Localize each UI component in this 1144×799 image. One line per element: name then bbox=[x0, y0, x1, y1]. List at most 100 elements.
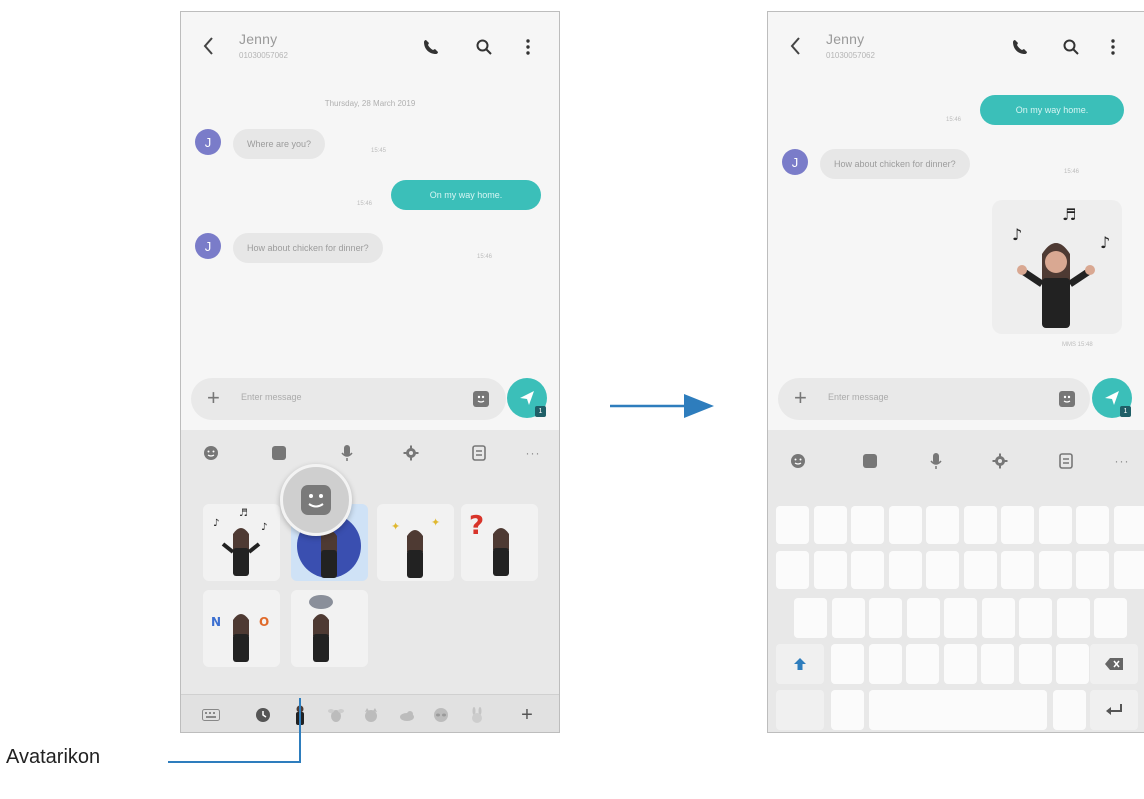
message-input[interactable]: Enter message bbox=[828, 392, 889, 402]
symbols-key[interactable] bbox=[776, 690, 824, 730]
clipboard-icon[interactable] bbox=[1056, 451, 1076, 471]
keyboard-toolbar: ··· bbox=[768, 442, 1144, 480]
attach-plus-icon[interactable]: + bbox=[207, 385, 220, 411]
avatar-icon[interactable] bbox=[290, 705, 310, 725]
contact-avatar[interactable]: J bbox=[782, 149, 808, 175]
keyboard-key[interactable] bbox=[1094, 598, 1127, 638]
enter-key[interactable] bbox=[1090, 690, 1138, 730]
avatar-question-sticker[interactable]: ? bbox=[461, 504, 538, 581]
keyboard-key[interactable] bbox=[1038, 551, 1072, 589]
message-input-bar[interactable]: + Enter message bbox=[778, 378, 1090, 420]
message-bubble-outgoing[interactable]: On my way home. bbox=[391, 180, 541, 210]
contact-avatar[interactable]: J bbox=[195, 233, 221, 259]
keyboard-key[interactable] bbox=[813, 506, 847, 544]
keyboard-key[interactable] bbox=[944, 598, 977, 638]
avatar-cloud-sticker[interactable] bbox=[291, 590, 368, 667]
keyboard-key[interactable] bbox=[1038, 506, 1072, 544]
sloth-icon[interactable] bbox=[431, 705, 451, 725]
phone-call-icon[interactable] bbox=[1011, 38, 1029, 56]
more-icon[interactable]: ··· bbox=[523, 443, 543, 463]
more-options-icon[interactable] bbox=[1104, 38, 1122, 56]
bird-icon[interactable] bbox=[397, 705, 417, 725]
rabbit-icon[interactable] bbox=[467, 705, 487, 725]
sticker-icon[interactable] bbox=[269, 443, 289, 463]
sent-avatar-sticker[interactable]: ♪ ♬ ♪ bbox=[992, 200, 1122, 334]
message-bubble-incoming[interactable]: Where are you? bbox=[233, 129, 326, 159]
search-icon[interactable] bbox=[1062, 38, 1080, 56]
keyboard-key[interactable] bbox=[851, 506, 884, 544]
clipboard-icon[interactable] bbox=[469, 443, 489, 463]
more-icon[interactable]: ··· bbox=[1112, 451, 1132, 471]
avatar-no-sticker[interactable]: NO bbox=[203, 590, 280, 667]
mic-icon[interactable] bbox=[337, 443, 357, 463]
keyboard-key[interactable] bbox=[1001, 506, 1034, 544]
keyboard-key[interactable] bbox=[906, 644, 939, 684]
enter-icon bbox=[1106, 704, 1122, 715]
avatar-sparkle-sticker[interactable]: ✦ ✦ bbox=[377, 504, 454, 581]
keyboard-key[interactable] bbox=[1113, 506, 1144, 544]
avatar-music-sticker[interactable]: ♪ ♬ ♪ bbox=[203, 504, 280, 581]
sticker-icon[interactable] bbox=[860, 451, 880, 471]
keyboard-key[interactable] bbox=[1076, 551, 1109, 589]
keyboard-key[interactable] bbox=[943, 644, 977, 684]
shift-key[interactable] bbox=[776, 644, 824, 684]
keyboard-key[interactable] bbox=[888, 506, 922, 544]
contact-avatar[interactable]: J bbox=[195, 129, 221, 155]
keyboard-key[interactable] bbox=[869, 598, 902, 638]
keyboard-key[interactable] bbox=[1113, 551, 1144, 589]
keyboard-key[interactable] bbox=[868, 644, 902, 684]
keyboard-key[interactable] bbox=[963, 506, 997, 544]
keyboard-key[interactable] bbox=[794, 598, 827, 638]
mic-icon[interactable] bbox=[926, 451, 946, 471]
keyboard-key[interactable] bbox=[831, 598, 865, 638]
keyboard-icon[interactable] bbox=[201, 705, 221, 725]
keyboard-key[interactable] bbox=[906, 598, 940, 638]
keyboard-key[interactable] bbox=[926, 551, 959, 589]
keyboard-key[interactable] bbox=[831, 644, 864, 684]
back-icon[interactable] bbox=[788, 34, 804, 58]
settings-icon[interactable] bbox=[990, 451, 1010, 471]
sticker-icon bbox=[301, 485, 331, 515]
sticker-icon[interactable] bbox=[472, 390, 490, 408]
keyboard-key[interactable] bbox=[1018, 644, 1052, 684]
sticker-tab-highlight[interactable] bbox=[280, 464, 352, 536]
bee-icon[interactable] bbox=[326, 705, 346, 725]
keyboard-key[interactable] bbox=[776, 551, 809, 589]
keyboard-key[interactable] bbox=[1056, 644, 1089, 684]
keyboard-key[interactable] bbox=[888, 551, 922, 589]
keyboard-key[interactable] bbox=[831, 690, 864, 730]
keyboard-key[interactable] bbox=[1053, 690, 1086, 730]
recent-icon[interactable] bbox=[253, 705, 273, 725]
cat-icon[interactable] bbox=[361, 705, 381, 725]
search-icon[interactable] bbox=[475, 38, 493, 56]
keyboard-key[interactable] bbox=[981, 644, 1014, 684]
attach-plus-icon[interactable]: + bbox=[794, 385, 807, 411]
keyboard-key[interactable] bbox=[926, 506, 959, 544]
keyboard-key[interactable] bbox=[1001, 551, 1034, 589]
keyboard-key[interactable] bbox=[813, 551, 847, 589]
emoji-icon[interactable] bbox=[201, 443, 221, 463]
keyboard-key[interactable] bbox=[851, 551, 884, 589]
message-bubble-incoming[interactable]: How about chicken for dinner? bbox=[820, 149, 970, 179]
keyboard-key[interactable] bbox=[963, 551, 997, 589]
space-key[interactable] bbox=[869, 690, 1047, 730]
send-icon bbox=[1105, 391, 1119, 405]
keyboard-key[interactable] bbox=[1076, 506, 1109, 544]
settings-icon[interactable] bbox=[401, 443, 421, 463]
keyboard-key[interactable] bbox=[1019, 598, 1052, 638]
back-icon[interactable] bbox=[201, 34, 217, 58]
svg-text:✦: ✦ bbox=[431, 516, 440, 529]
backspace-key[interactable] bbox=[1090, 644, 1138, 684]
message-input-bar[interactable]: + Enter message bbox=[191, 378, 506, 420]
sticker-icon[interactable] bbox=[1058, 390, 1076, 408]
message-input[interactable]: Enter message bbox=[241, 392, 302, 402]
phone-call-icon[interactable] bbox=[422, 38, 440, 56]
more-options-icon[interactable] bbox=[519, 38, 537, 56]
keyboard-key[interactable] bbox=[981, 598, 1015, 638]
keyboard-key[interactable] bbox=[776, 506, 809, 544]
message-bubble-incoming[interactable]: How about chicken for dinner? bbox=[233, 233, 383, 263]
add-sticker-button[interactable]: + bbox=[517, 704, 537, 726]
keyboard-key[interactable] bbox=[1056, 598, 1090, 638]
emoji-icon[interactable] bbox=[788, 451, 808, 471]
message-bubble-outgoing[interactable]: On my way home. bbox=[980, 95, 1124, 125]
